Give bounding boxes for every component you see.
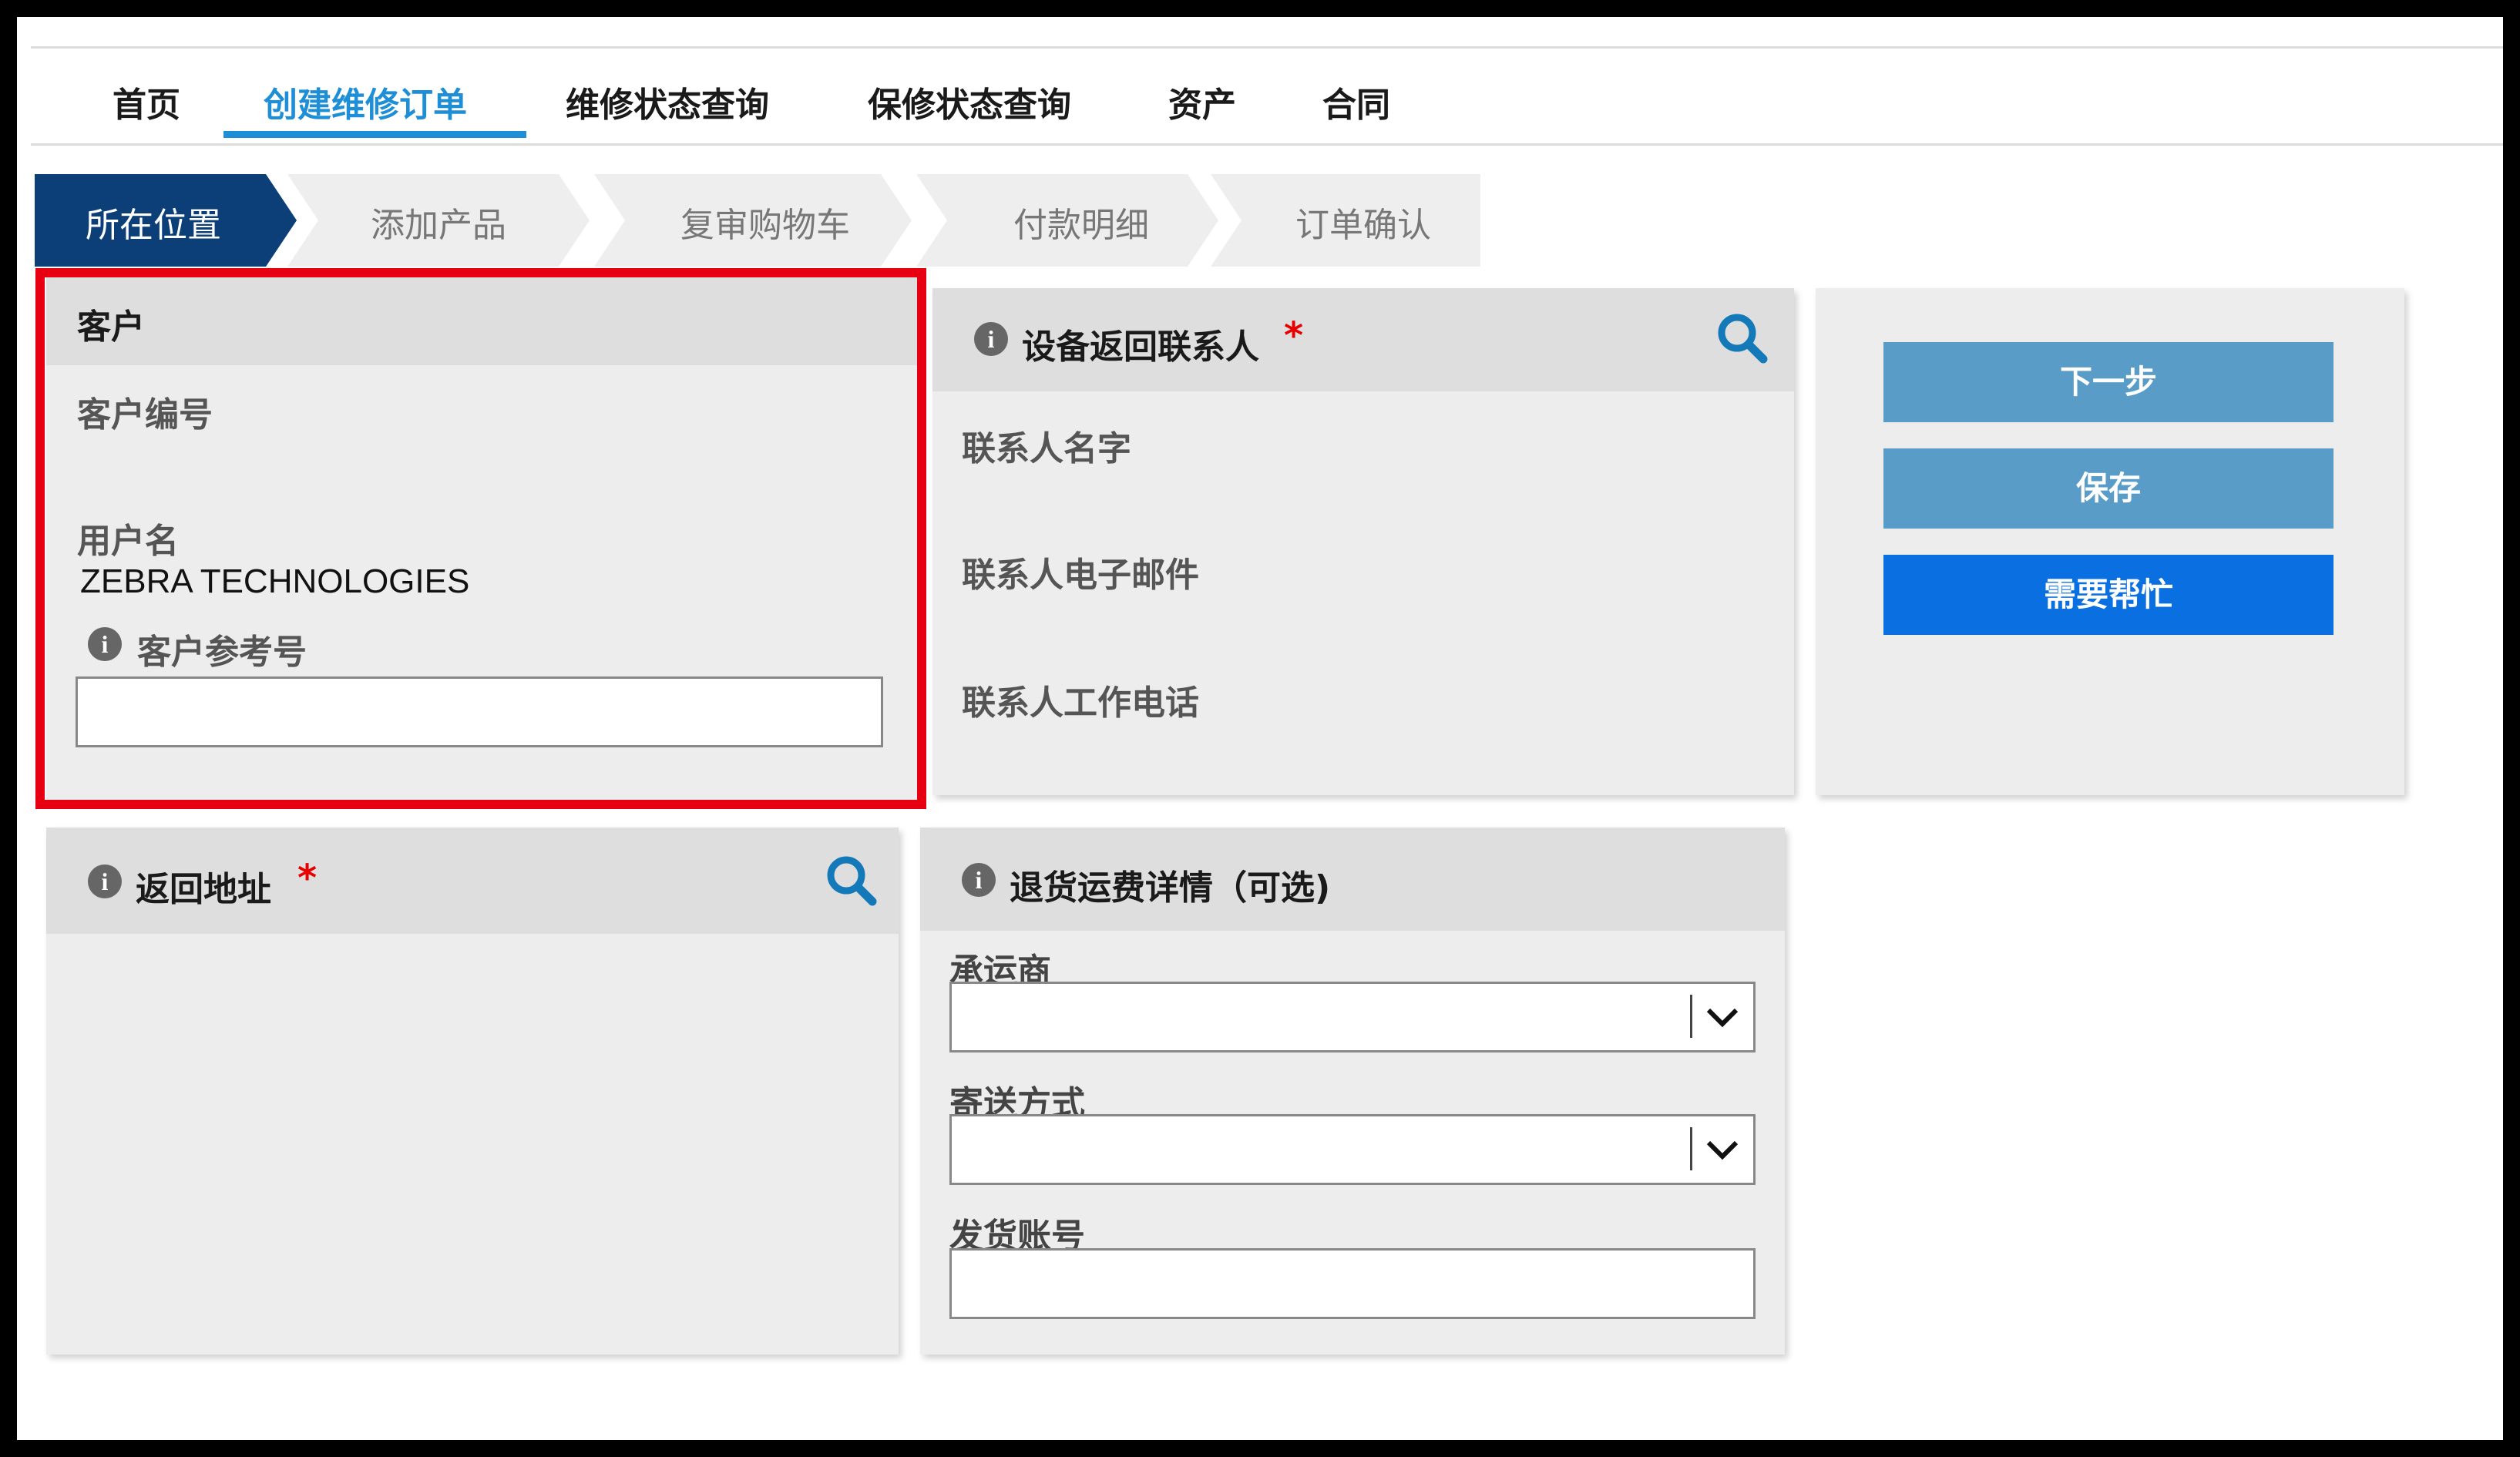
- save-button[interactable]: 保存: [1883, 448, 2334, 529]
- nav-contracts[interactable]: 合同: [1322, 77, 1390, 126]
- step-add-product[interactable]: 添加产品: [287, 174, 596, 267]
- shipping-panel: i 退货运费详情（可选) 承运商 寄送方式 发货账号: [920, 828, 1785, 1355]
- contact-name-label: 联系人名字: [962, 429, 1131, 468]
- main-nav: 首页 创建维修订单 维修状态查询 保修状态查询 资产 合同: [31, 51, 2503, 146]
- select-separator: [1690, 1127, 1692, 1170]
- return-contact-panel: i 设备返回联系人 * 联系人名字 联系人电子邮件 联系人工作电话: [932, 288, 1794, 795]
- shipping-method-select[interactable]: [949, 1114, 1756, 1185]
- step-location[interactable]: 所在位置: [35, 174, 297, 267]
- step-confirm[interactable]: 订单确认: [1211, 174, 1480, 267]
- return-contact-title: 设备返回联系人: [1022, 327, 1259, 367]
- carrier-select[interactable]: [949, 982, 1756, 1052]
- nav-active-underline: [223, 131, 526, 138]
- search-icon[interactable]: [1715, 311, 1769, 365]
- need-help-button[interactable]: 需要帮忙: [1883, 555, 2334, 635]
- nav-home[interactable]: 首页: [113, 77, 180, 126]
- chevron-down-icon[interactable]: [1704, 1138, 1741, 1161]
- return-address-header: i 返回地址 *: [46, 828, 899, 934]
- return-address-panel: i 返回地址 *: [46, 828, 899, 1355]
- top-divider: [31, 46, 2503, 49]
- select-separator: [1690, 995, 1692, 1038]
- nav-create-repair-order[interactable]: 创建维修订单: [264, 77, 467, 126]
- contact-phone-label: 联系人工作电话: [962, 683, 1199, 723]
- nav-repair-status[interactable]: 维修状态查询: [566, 77, 769, 126]
- step-review-cart[interactable]: 复审购物车: [594, 174, 918, 267]
- info-icon: i: [88, 864, 122, 898]
- step-confirm-label: 订单确认: [1295, 206, 1431, 245]
- return-contact-header: i 设备返回联系人 *: [932, 288, 1794, 391]
- step-payment[interactable]: 付款明细: [916, 174, 1225, 267]
- highlight-box: [35, 268, 926, 809]
- next-step-button[interactable]: 下一步: [1883, 342, 2334, 422]
- order-steps: 所在位置 添加产品 复审购物车 付款明细 订单确认: [35, 174, 1480, 267]
- info-icon: i: [962, 863, 996, 897]
- required-asterisk: *: [297, 857, 318, 900]
- step-review-cart-label: 复审购物车: [680, 206, 850, 245]
- nav-warranty-status[interactable]: 保修状态查询: [868, 77, 1071, 126]
- step-location-label: 所在位置: [86, 206, 221, 245]
- info-icon: i: [974, 322, 1008, 356]
- step-payment-label: 付款明细: [1013, 206, 1149, 245]
- shipping-account-input[interactable]: [949, 1248, 1756, 1319]
- contact-email-label: 联系人电子邮件: [962, 556, 1199, 595]
- shipping-header: i 退货运费详情（可选): [920, 828, 1785, 931]
- nav-assets[interactable]: 资产: [1168, 77, 1236, 126]
- step-add-product-label: 添加产品: [371, 206, 506, 245]
- chevron-down-icon[interactable]: [1704, 1005, 1741, 1029]
- page: 首页 创建维修订单 维修状态查询 保修状态查询 资产 合同 所在位置 添加产品 …: [17, 17, 2503, 1440]
- return-address-title: 返回地址: [136, 870, 271, 909]
- required-asterisk: *: [1284, 314, 1304, 358]
- search-icon[interactable]: [825, 854, 879, 908]
- shipping-title: 退货运费详情（可选): [1010, 868, 1331, 908]
- actions-panel: 下一步 保存 需要帮忙: [1816, 288, 2404, 795]
